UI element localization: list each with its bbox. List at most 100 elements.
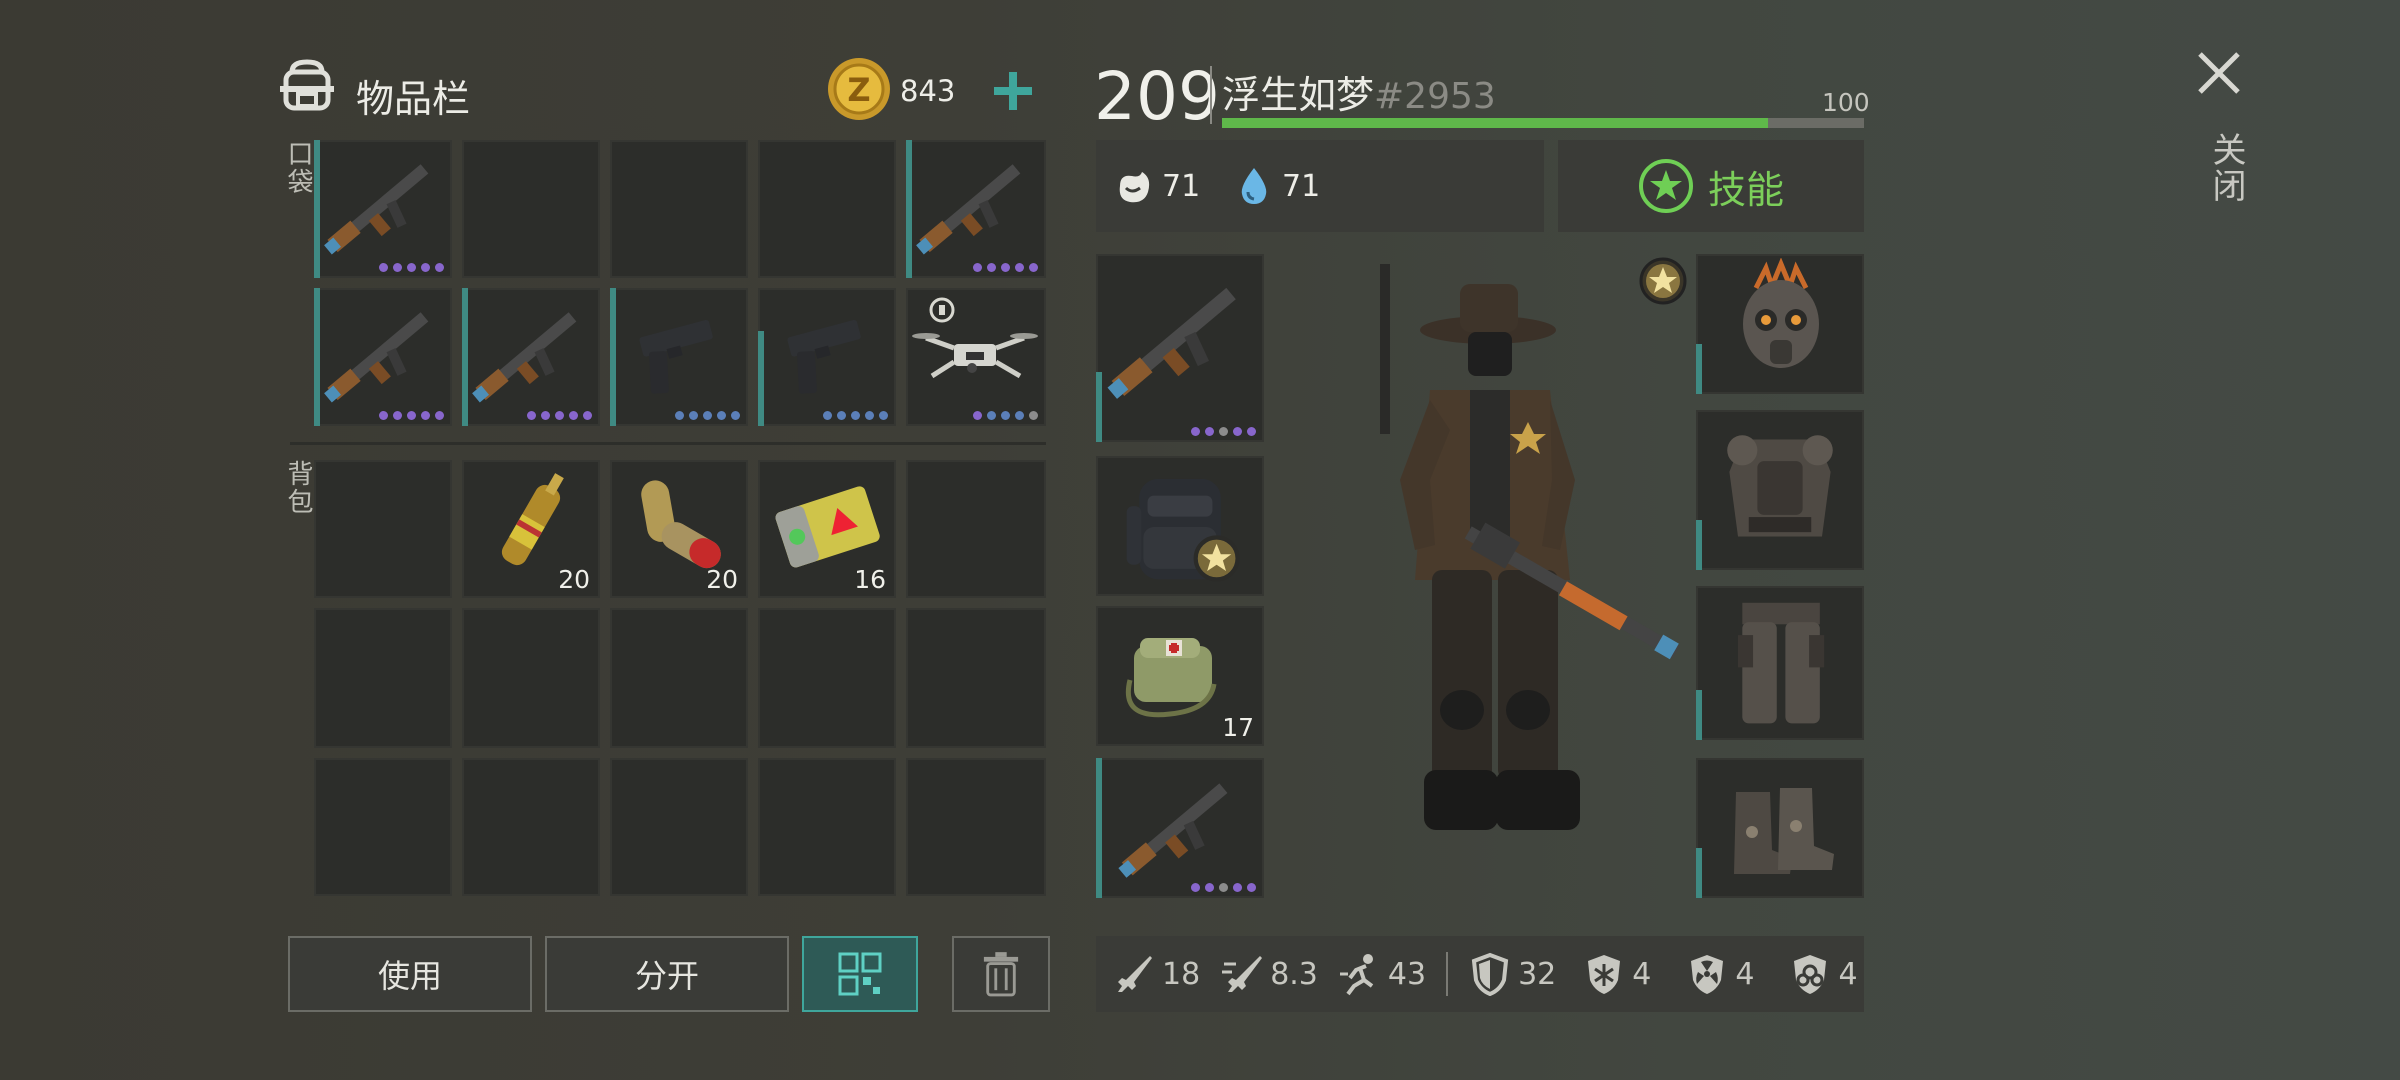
health-max: 100 bbox=[1822, 88, 1870, 117]
backpack-icon bbox=[278, 58, 336, 112]
ak-rifle-icon bbox=[916, 164, 1021, 255]
backpack-slot[interactable] bbox=[610, 608, 748, 748]
health-bar-fill bbox=[1222, 118, 1768, 128]
player-name: 浮生如梦 bbox=[1222, 73, 1375, 117]
medkit-icon bbox=[1126, 638, 1217, 718]
radiation-shield-icon bbox=[1691, 955, 1724, 994]
svg-text:Z: Z bbox=[847, 71, 870, 109]
hunger-stat: 71 bbox=[1112, 164, 1200, 208]
backpack-slot[interactable] bbox=[906, 608, 1046, 748]
backpack-slot[interactable] bbox=[758, 758, 896, 896]
ak-rifle-icon bbox=[324, 164, 429, 255]
stomach-icon bbox=[1119, 172, 1150, 203]
backpack-slot[interactable] bbox=[610, 758, 748, 896]
armor-value: 32 bbox=[1518, 956, 1557, 992]
pistol-icon bbox=[787, 319, 861, 394]
attack-speed-stat: 8.3 bbox=[1220, 952, 1318, 996]
stats-bar: 18 8.3 43 32 4 4 4 bbox=[1096, 936, 1864, 1012]
pocket-label: 口袋 bbox=[283, 140, 313, 196]
radiation-resist-value: 4 bbox=[1735, 956, 1755, 992]
backpack-item-icon bbox=[1126, 478, 1240, 582]
backpack-slot[interactable] bbox=[314, 608, 452, 748]
medkit-slot[interactable]: 17 bbox=[1096, 606, 1264, 746]
player-name-row: 浮生如梦#2953 bbox=[1222, 64, 1496, 119]
health-bar bbox=[1222, 118, 1864, 128]
legs-armor-slot[interactable] bbox=[1696, 586, 1864, 740]
pocket-slot[interactable] bbox=[314, 288, 452, 426]
biohazard-shield-icon bbox=[1794, 955, 1827, 994]
rank-star-icon bbox=[1638, 256, 1688, 306]
ak-rifle-icon bbox=[324, 312, 429, 403]
cold-resist-value: 4 bbox=[1632, 956, 1652, 992]
ak-rifle-icon bbox=[472, 312, 577, 403]
pocket-slot[interactable] bbox=[758, 140, 896, 278]
melee-damage-value: 18 bbox=[1162, 956, 1201, 992]
item-quantity: 20 bbox=[706, 565, 738, 594]
water-drop-icon bbox=[1241, 168, 1267, 204]
backpack-slot[interactable] bbox=[462, 758, 600, 896]
backpack-slot[interactable] bbox=[314, 758, 452, 896]
skills-button[interactable]: 技能 bbox=[1558, 140, 1864, 232]
player-id: #2953 bbox=[1374, 76, 1496, 117]
attack-speed-value: 8.3 bbox=[1270, 956, 1318, 992]
coin-count: 843 bbox=[900, 74, 956, 108]
boots-icon bbox=[1734, 788, 1834, 874]
gas-mask-helmet-icon bbox=[1743, 258, 1819, 368]
trash-icon bbox=[983, 952, 1019, 997]
backpack-slot[interactable] bbox=[906, 460, 1046, 598]
grid-view-button[interactable] bbox=[802, 936, 918, 1012]
head-armor-slot[interactable] bbox=[1696, 254, 1864, 394]
pocket-slot[interactable] bbox=[314, 140, 452, 278]
item-quantity: 16 bbox=[854, 565, 886, 594]
ak-rifle-icon bbox=[1107, 287, 1236, 399]
pocket-slot[interactable] bbox=[610, 140, 748, 278]
secondary-weapon-slot[interactable] bbox=[1096, 758, 1264, 898]
use-button[interactable]: 使用 bbox=[288, 936, 532, 1012]
player-level: 209 bbox=[1094, 58, 1220, 135]
pocket-slot[interactable] bbox=[906, 288, 1046, 426]
close-button[interactable]: 关闭 bbox=[2180, 40, 2260, 220]
close-label: 关闭 bbox=[2206, 132, 2246, 204]
backpack-slot[interactable]: 20 bbox=[610, 460, 748, 598]
cold-resist-stat: 4 bbox=[1582, 952, 1651, 996]
movement-speed-stat: 43 bbox=[1338, 952, 1426, 996]
pocket-slot[interactable] bbox=[462, 140, 600, 278]
backpack-slot[interactable]: 16 bbox=[758, 460, 896, 598]
pocket-slot[interactable] bbox=[610, 288, 748, 426]
pocket-slot[interactable] bbox=[462, 288, 600, 426]
split-button[interactable]: 分开 bbox=[545, 936, 789, 1012]
sword-speed-icon bbox=[1222, 956, 1263, 992]
section-divider bbox=[290, 442, 1046, 445]
star-badge-icon bbox=[1638, 159, 1693, 213]
body-armor-slot[interactable] bbox=[1696, 410, 1864, 570]
sword-icon bbox=[1118, 956, 1152, 992]
stats-divider bbox=[1446, 952, 1449, 996]
armor-stat: 32 bbox=[1468, 952, 1556, 996]
body-armor-icon bbox=[1727, 435, 1833, 537]
pistol-icon bbox=[639, 319, 713, 394]
running-man-icon bbox=[1339, 954, 1374, 996]
drone-icon bbox=[912, 297, 1038, 379]
backpack-label: 背包 bbox=[283, 460, 313, 516]
pocket-slot[interactable] bbox=[906, 140, 1046, 278]
pocket-slot[interactable] bbox=[758, 288, 896, 426]
boots-slot[interactable] bbox=[1696, 758, 1864, 898]
melee-damage-stat: 18 bbox=[1112, 952, 1200, 996]
medkit-quantity: 17 bbox=[1222, 713, 1254, 742]
add-coins-button[interactable] bbox=[988, 66, 1038, 116]
backpack-slot[interactable] bbox=[462, 608, 600, 748]
backpack-slot[interactable] bbox=[906, 758, 1046, 896]
backpack-slot[interactable] bbox=[758, 608, 896, 748]
level-divider bbox=[1210, 66, 1212, 124]
backpack-equip-slot[interactable] bbox=[1096, 456, 1264, 596]
cold-shield-icon bbox=[1588, 955, 1621, 994]
primary-weapon-slot[interactable] bbox=[1096, 254, 1264, 442]
trash-button[interactable] bbox=[952, 936, 1050, 1012]
inventory-title: 物品栏 bbox=[356, 77, 471, 121]
close-icon bbox=[2198, 52, 2240, 94]
grid-icon bbox=[838, 952, 882, 996]
backpack-slot[interactable]: 20 bbox=[462, 460, 600, 598]
coin-icon: Z bbox=[826, 56, 892, 122]
ak-rifle-icon bbox=[1118, 783, 1228, 878]
backpack-slot[interactable] bbox=[314, 460, 452, 598]
